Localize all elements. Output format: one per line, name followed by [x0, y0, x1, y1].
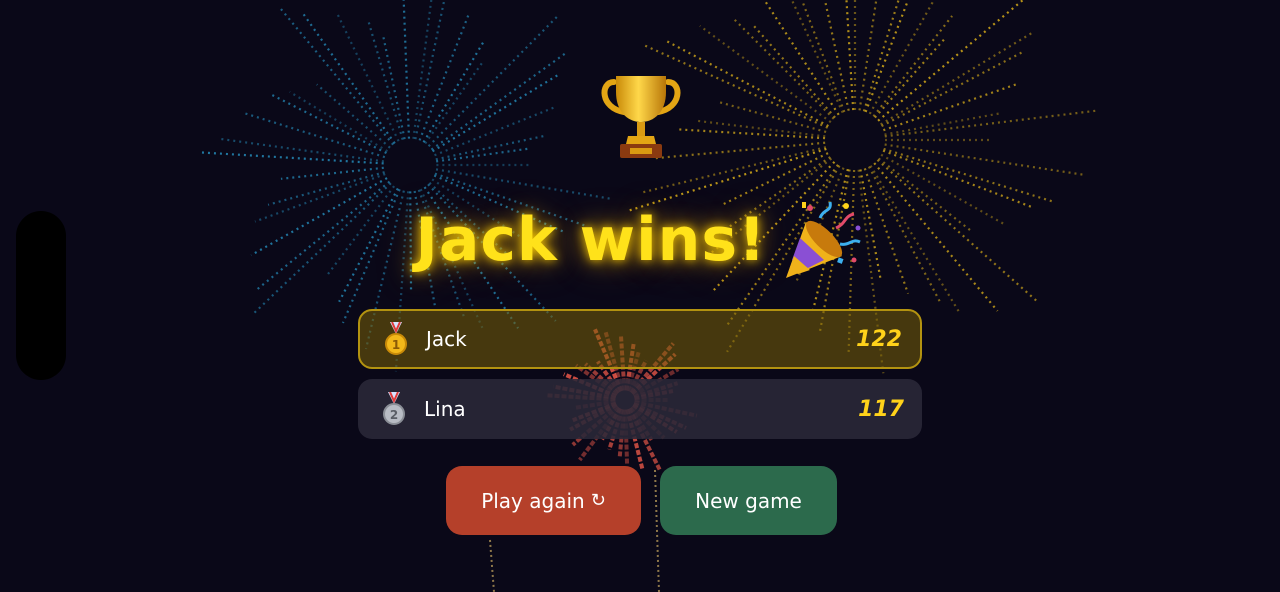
trophy-icon	[601, 76, 681, 158]
game-over-screen: Jack wins! 1 Jack 122 2 Lina 117 Play ag…	[0, 0, 1280, 592]
silver-medal-icon: 2	[383, 392, 405, 425]
player-score: 122	[856, 326, 902, 352]
leaderboard-row: 2 Lina 117	[358, 379, 922, 439]
result-heading: Jack wins!	[0, 190, 1280, 290]
play-again-label: Play again	[481, 488, 585, 513]
player-name: Jack	[426, 327, 467, 351]
new-game-label: New game	[695, 488, 802, 513]
player-score: 117	[858, 396, 904, 422]
play-again-button[interactable]: Play again ↻	[446, 466, 641, 535]
player-name: Lina	[424, 397, 466, 421]
gold-medal-icon: 1	[385, 322, 407, 355]
winner-title: Jack wins!	[415, 205, 767, 275]
firework-trail	[489, 539, 495, 592]
svg-text:2: 2	[390, 408, 398, 422]
svg-text:1: 1	[392, 338, 400, 352]
firework-trail	[654, 469, 660, 592]
party-popper-icon	[786, 201, 862, 278]
refresh-icon: ↻	[590, 490, 606, 511]
new-game-button[interactable]: New game	[660, 466, 837, 535]
leaderboard-row: 1 Jack 122	[358, 309, 922, 369]
